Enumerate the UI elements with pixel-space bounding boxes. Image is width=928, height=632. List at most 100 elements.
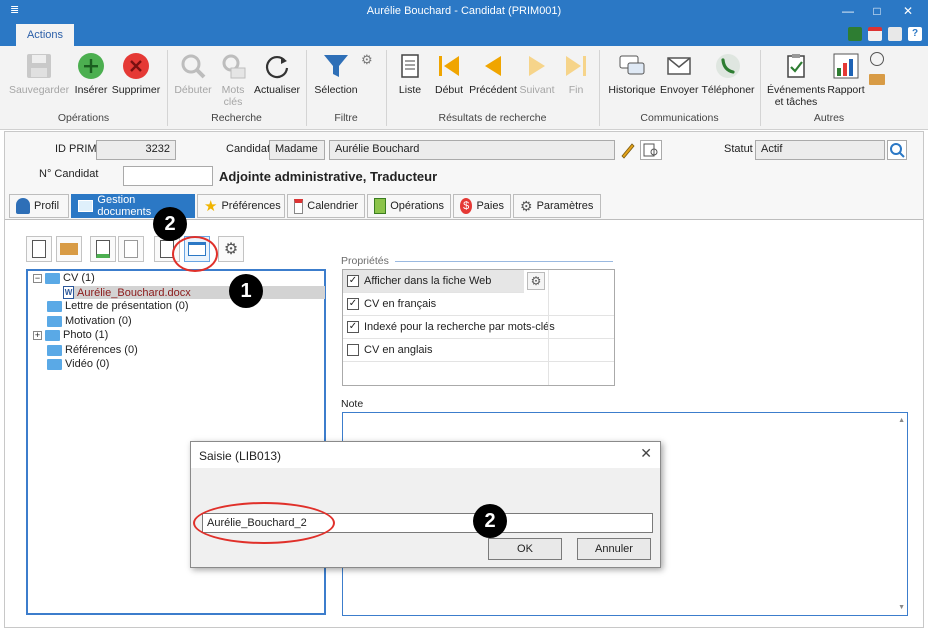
envelope-icon	[663, 50, 695, 82]
report-button[interactable]: Rapport	[826, 50, 866, 96]
scroll-down-icon[interactable]: ▼	[898, 604, 905, 611]
property-web-display[interactable]: ✓ Afficher dans la fiche Web	[343, 270, 524, 293]
calendar-tab-icon	[294, 198, 304, 214]
cancel-button[interactable]: Annuler	[577, 538, 651, 560]
help-icon[interactable]: ?	[908, 27, 922, 41]
position-title: Adjointe administrative, Traducteur	[219, 169, 438, 184]
plus-circle-icon	[75, 50, 107, 82]
refresh-button[interactable]: Actualiser	[252, 50, 302, 96]
tree-folder-video[interactable]: Vidéo (0)	[47, 358, 109, 370]
candidate-name-field[interactable]: Aurélie Bouchard	[329, 140, 615, 160]
tab-calendar[interactable]: Calendrier	[287, 194, 365, 218]
tab-operations[interactable]: Opérations	[367, 194, 451, 218]
keyword-search-icon	[217, 50, 249, 82]
preview-document-button[interactable]	[26, 236, 52, 262]
title-field[interactable]: Madame	[269, 140, 325, 160]
send-button[interactable]: Envoyer	[660, 50, 699, 96]
events-tasks-button[interactable]: Événements et tâches	[766, 50, 826, 108]
group-search-results: Résultats de recherche	[438, 112, 547, 124]
delete-button[interactable]: Supprimer	[110, 50, 162, 96]
expand-icon[interactable]: +	[33, 330, 42, 340]
annotation-marker-1: 1	[229, 274, 263, 308]
first-record-icon	[433, 50, 465, 82]
last-record-icon	[560, 50, 592, 82]
document-history-button[interactable]	[118, 236, 144, 262]
history-clock-icon[interactable]	[870, 52, 884, 66]
inbox-upload-icon	[60, 243, 78, 255]
cv-view-icon[interactable]	[640, 140, 662, 160]
tree-folder-photo[interactable]: + Photo (1)	[33, 329, 108, 341]
ok-button[interactable]: OK	[488, 538, 562, 560]
status-search-icon[interactable]	[887, 140, 907, 160]
import-button[interactable]	[56, 236, 82, 262]
property-cv-english[interactable]: CV en anglais	[343, 339, 614, 362]
candidate-number-field[interactable]	[123, 166, 213, 186]
magnifier-icon	[177, 50, 209, 82]
scroll-list-icon	[394, 50, 426, 82]
edit-pencil-icon[interactable]	[619, 141, 635, 159]
tree-folder-cv[interactable]: − CV (1)	[33, 272, 95, 284]
property-cv-french[interactable]: ✓ CV en français	[343, 293, 614, 316]
tray-icon[interactable]	[869, 74, 885, 85]
collapse-icon[interactable]: −	[33, 273, 42, 283]
insert-button[interactable]: Insérer	[72, 50, 110, 96]
group-filter: Filtre	[334, 112, 358, 124]
ribbon-tab-actions[interactable]: Actions	[16, 24, 74, 46]
tab-settings[interactable]: ⚙ Paramètres	[513, 194, 601, 218]
web-settings-icon[interactable]: ⚙	[527, 272, 545, 290]
phone-button[interactable]: Téléphoner	[700, 50, 756, 96]
property-indexed[interactable]: ✓ Indexé pour la recherche par mots-clés	[343, 316, 614, 339]
checkbox-indexed[interactable]: ✓	[347, 321, 359, 333]
start-search-button[interactable]: Débuter	[172, 50, 214, 96]
tab-profile[interactable]: Profil	[9, 194, 69, 218]
tree-folder-references[interactable]: Références (0)	[47, 344, 138, 356]
add-document-button[interactable]	[90, 236, 116, 262]
next-button[interactable]: Suivant	[518, 50, 556, 96]
id-prim-field: 3232	[96, 140, 176, 160]
keywords-button[interactable]: Mots clés	[216, 50, 250, 108]
tree-settings-button[interactable]: ⚙	[218, 236, 244, 262]
gear-tool-icon: ⚙	[223, 241, 239, 258]
filter-settings-icon[interactable]: ⚙	[361, 52, 373, 68]
status-field[interactable]: Actif	[755, 140, 885, 160]
tree-file-cv-document[interactable]: W Aurélie_Bouchard.docx	[63, 286, 325, 299]
tab-payroll[interactable]: $ Paies	[453, 194, 511, 218]
funnel-icon	[320, 50, 352, 82]
folder-icon	[47, 344, 62, 356]
minimize-button[interactable]: —	[833, 2, 863, 20]
last-button[interactable]: Fin	[560, 50, 592, 96]
scroll-up-icon[interactable]: ▲	[898, 417, 905, 424]
first-button[interactable]: Début	[432, 50, 466, 96]
ribbon: Sauvegarder Insérer Supprimer Opérations…	[0, 46, 928, 130]
dialog-close-icon[interactable]: ✕	[640, 445, 652, 462]
properties-divider	[395, 261, 613, 262]
clipboard-check-icon	[780, 50, 812, 82]
candidate-number-label: N° Candidat	[39, 168, 99, 180]
tree-folder-motivation[interactable]: Motivation (0)	[47, 315, 132, 327]
previous-button[interactable]: Précédent	[468, 50, 518, 96]
history-bubbles-icon	[616, 50, 648, 82]
close-button[interactable]: ✕	[893, 2, 923, 20]
checkbox-cv-french[interactable]: ✓	[347, 298, 359, 310]
checkbox-web-display[interactable]: ✓	[347, 275, 359, 287]
list-button[interactable]: Liste	[392, 50, 428, 96]
maximize-button[interactable]: □	[862, 2, 892, 20]
tray-tab-icon	[78, 200, 94, 212]
calendar-icon[interactable]	[868, 27, 882, 41]
annotation-ellipse-toolbar	[172, 236, 218, 272]
dollar-icon: $	[460, 198, 473, 214]
status-label: Statut	[724, 143, 753, 155]
checkbox-cv-english[interactable]	[347, 344, 359, 356]
tab-preferences[interactable]: ★ Préférences	[197, 194, 285, 218]
tree-folder-letter[interactable]: Lettre de présentation (0)	[47, 300, 189, 312]
calculator-icon[interactable]	[848, 27, 862, 41]
history-button[interactable]: Historique	[606, 50, 658, 96]
star-icon: ★	[204, 198, 218, 215]
next-icon	[521, 50, 553, 82]
ribbon-tab-bar: Actions ?	[0, 24, 928, 46]
lock-icon[interactable]	[888, 27, 902, 41]
save-button[interactable]: Sauvegarder	[8, 50, 70, 96]
selection-button[interactable]: Sélection	[310, 50, 362, 96]
document-search-icon	[32, 240, 46, 258]
group-others: Autres	[813, 112, 845, 124]
